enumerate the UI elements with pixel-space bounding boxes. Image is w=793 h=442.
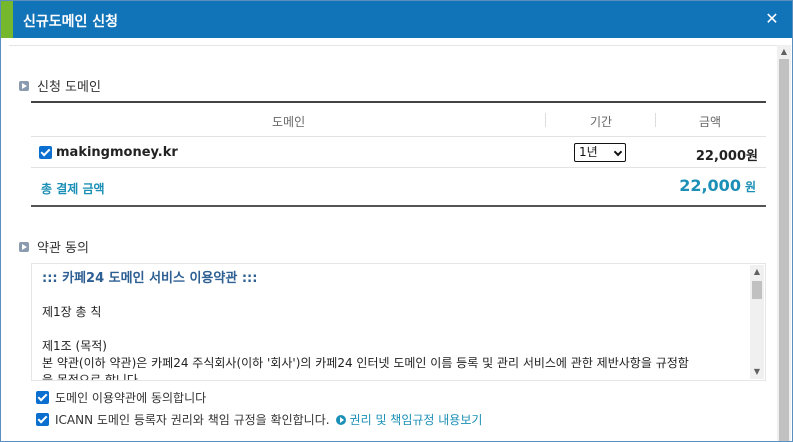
domain-section-header: 신청 도메인	[19, 76, 101, 95]
domain-checkbox[interactable]	[39, 146, 52, 159]
period-select[interactable]: 1년	[574, 143, 626, 162]
scroll-thumb[interactable]	[779, 59, 789, 441]
dialog-scrollbar[interactable]: ▲	[777, 45, 791, 441]
total-label: 총 결제 금액	[41, 182, 105, 196]
title-accent-bar	[1, 1, 13, 38]
header-domain: 도메인	[272, 115, 306, 129]
domain-table: 도메인 기간 금액 makingmoney.kr 1년 22,000원 총 결제…	[31, 101, 766, 207]
domain-section-title: 신청 도메인	[37, 80, 101, 95]
scroll-up-arrow-icon[interactable]: ▲	[750, 265, 764, 279]
domain-application-dialog: 신규도메인 신청 ✕ ▲ 신청 도메인 도메인 기간 금액 makingmone…	[0, 0, 793, 442]
title-bar: 신규도메인 신청 ✕	[1, 1, 792, 38]
section-bullet-icon	[19, 80, 29, 91]
arrow-circle-icon	[335, 414, 346, 425]
total-row: 총 결제 금액 22,000 원	[31, 168, 766, 205]
terms-scroll-thumb[interactable]	[752, 281, 762, 299]
terms-content: ::: 카페24 도메인 서비스 이용약관 ::: 제1장 총 칙 제1조 (목…	[42, 270, 747, 381]
agree-terms-checkbox[interactable]	[36, 391, 49, 404]
agree-icann-label[interactable]: ICANN 도메인 등록자 권리와 책임 규정을 확인합니다.	[55, 411, 330, 428]
domain-price: 22,000원	[695, 149, 758, 164]
chevron-down-icon	[613, 147, 623, 157]
section-bullet-icon	[19, 241, 29, 252]
scroll-down-arrow-icon[interactable]: ▼	[750, 365, 764, 379]
header-divider	[545, 113, 546, 127]
domain-name: makingmoney.kr	[56, 145, 178, 160]
dialog-title: 신규도메인 신청	[23, 14, 119, 30]
period-value: 1년	[579, 145, 598, 159]
terms-textbox[interactable]: ::: 카페24 도메인 서비스 이용약관 ::: 제1장 총 칙 제1조 (목…	[31, 263, 766, 381]
table-header: 도메인 기간 금액	[31, 103, 766, 137]
terms-chapter: 제1장 총 칙	[42, 305, 102, 319]
total-currency: 원	[744, 180, 756, 194]
agree-icann-row: ICANN 도메인 등록자 권리와 책임 규정을 확인합니다. 권리 및 책임규…	[36, 411, 482, 428]
terms-article: 제1조 (목적)	[42, 339, 107, 353]
terms-section-title: 약관 동의	[37, 241, 89, 256]
total-amount: 22,000 원	[679, 176, 756, 195]
agree-terms-label[interactable]: 도메인 이용약관에 동의합니다	[55, 389, 206, 406]
icann-rules-link[interactable]: 권리 및 책임규정 내용보기	[350, 411, 483, 428]
terms-heading: ::: 카페24 도메인 서비스 이용약관 :::	[42, 271, 258, 286]
header-divider	[655, 113, 656, 127]
header-price: 금액	[699, 115, 722, 129]
agree-terms-row: 도메인 이용약관에 동의합니다	[36, 389, 206, 406]
terms-section-header: 약관 동의	[19, 237, 89, 256]
total-amount-value: 22,000	[679, 176, 741, 195]
terms-body: 본 약관(이하 약관)은 카페24 주식회사(이하 '회사')의 카페24 인터…	[42, 356, 689, 370]
header-period: 기간	[590, 115, 613, 129]
close-icon[interactable]: ✕	[763, 10, 781, 28]
table-bottom-border	[31, 205, 766, 207]
terms-body-continued: 을 목적으로 합니다.	[42, 373, 142, 381]
terms-scrollbar[interactable]: ▲ ▼	[750, 265, 764, 379]
scroll-up-arrow-icon[interactable]: ▲	[777, 45, 791, 59]
agree-icann-checkbox[interactable]	[36, 413, 49, 426]
table-row: makingmoney.kr 1년 22,000원	[31, 137, 766, 168]
